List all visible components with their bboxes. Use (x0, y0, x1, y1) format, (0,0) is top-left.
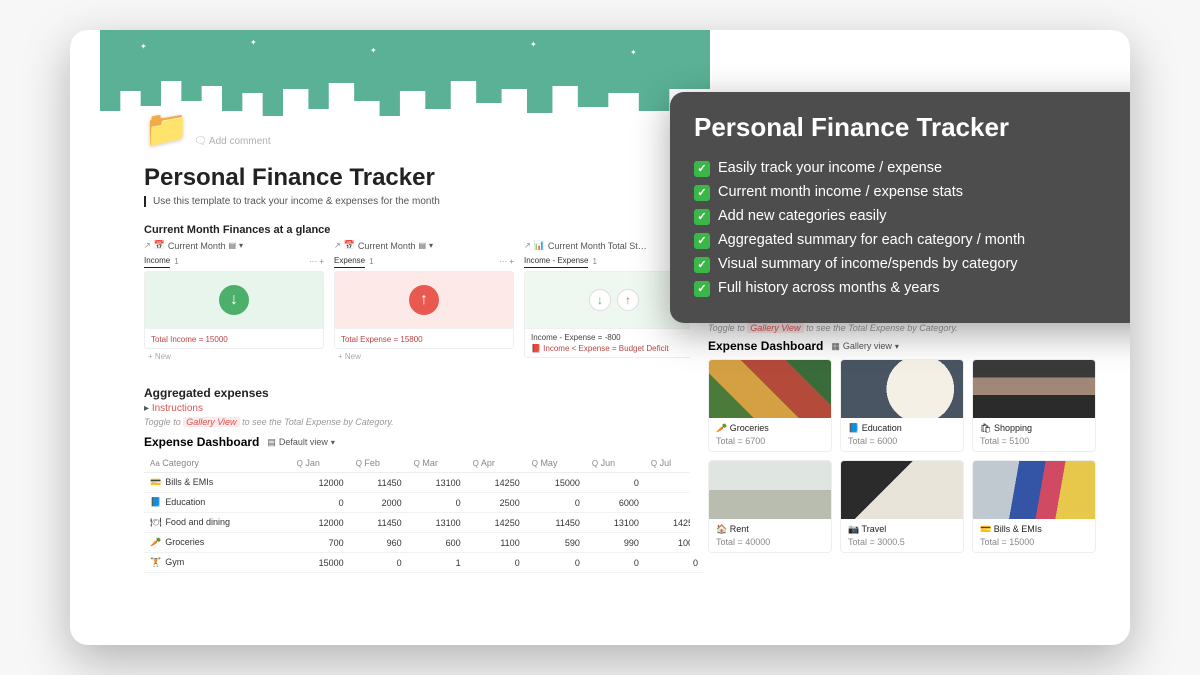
calendar-icon: 📅 (154, 240, 165, 251)
database-icon: ▤ (228, 241, 236, 250)
arrow-down-icon: ↓ (589, 289, 611, 311)
arrow-down-icon: ↓ (219, 285, 249, 315)
link-arrow-icon: ↗ (524, 241, 531, 250)
gallery-thumbnail (709, 360, 831, 418)
expense-dashboard-title: Expense Dashboard (144, 435, 259, 449)
col-month[interactable]: Q Jan (291, 454, 350, 473)
page-icon-folder[interactable]: 📁 (144, 108, 188, 152)
linked-db-header[interactable]: ↗ 📅 Current Month ▤ ▾ (144, 240, 324, 251)
check-icon: ✓ (694, 185, 710, 201)
check-icon: ✓ (694, 209, 710, 225)
check-icon: ✓ (694, 161, 710, 177)
feature-bullet: ✓Easily track your income / expense (694, 157, 1130, 181)
table-row[interactable]: 🍽Food and dining120001145013100142501145… (144, 513, 704, 533)
check-icon: ✓ (694, 257, 710, 273)
gallery-card[interactable]: 📘 EducationTotal = 6000 (840, 359, 964, 452)
instructions-toggle[interactable]: Instructions (144, 403, 704, 414)
col-month[interactable]: Q Mar (408, 454, 467, 473)
tab-count: 1 (174, 257, 178, 266)
page-cover: ✦ ✦ ✦ ✦ ✦ (100, 30, 710, 130)
gallery-card[interactable]: 📷 TravelTotal = 3000.5 (840, 460, 964, 553)
gallery-card[interactable]: 🛍 ShoppingTotal = 5100 (972, 359, 1096, 452)
gallery-hint: Toggle to Gallery View to see the Total … (708, 323, 1110, 333)
glance-expense-block: ↗ 📅 Current Month ▤ ▾ Expense 1 ··· + ↑ … (334, 240, 514, 370)
col-month[interactable]: Q Apr (467, 454, 526, 473)
feature-bullet: ✓Visual summary of income/spends by cate… (694, 253, 1130, 277)
page-title: Personal Finance Tracker (144, 164, 435, 192)
expense-dashboard-title: Expense Dashboard (708, 339, 823, 353)
income-tab[interactable]: Income (144, 254, 170, 268)
table-row[interactable]: 🥕Groceries70096060011005909901000 (144, 533, 704, 553)
notion-page-gallery: Aggregated expenses Instructions Toggle … (690, 286, 1110, 553)
gallery-thumbnail (973, 461, 1095, 519)
gallery-thumbnail (709, 461, 831, 519)
feature-bullet: ✓Aggregated summary for each category / … (694, 229, 1130, 253)
expense-tab[interactable]: Expense (334, 254, 365, 268)
expense-stat-card[interactable]: ↑ Total Expense = 15800 (334, 271, 514, 349)
chevron-down-icon: ▾ (895, 342, 899, 351)
linked-db-header[interactable]: ↗ 📅 Current Month ▤ ▾ (334, 240, 514, 251)
check-icon: ✓ (694, 233, 710, 249)
skyline-icon (100, 71, 710, 130)
expense-table: Aa CategoryQ JanQ FebQ MarQ AprQ MayQ Ju… (144, 454, 704, 573)
feature-bullet: ✓Full history across months & years (694, 277, 1130, 301)
chevron-down-icon: ▾ (429, 241, 433, 250)
page-description-quote: Use this template to track your income &… (144, 196, 440, 207)
gallery-card[interactable]: 🥕 GroceriesTotal = 6700 (708, 359, 832, 452)
new-row-button[interactable]: + New (144, 352, 324, 361)
gallery-grid: 🥕 GroceriesTotal = 6700📘 EducationTotal … (708, 359, 1110, 553)
gallery-card[interactable]: 💳 Bills & EMIsTotal = 15000 (972, 460, 1096, 553)
table-row[interactable]: 📘Education0200002500060000 (144, 493, 704, 513)
gallery-view-selector[interactable]: ▦ Gallery view ▾ (831, 341, 899, 352)
arrow-up-icon: ↑ (409, 285, 439, 315)
table-row[interactable]: 🏋️Gym15000010000 (144, 553, 704, 573)
link-arrow-icon: ↗ (144, 241, 151, 250)
notion-page-main: ✦ ✦ ✦ ✦ ✦ 📁 🗨 Add comment Personal Finan… (100, 30, 710, 645)
table-icon: ▤ (267, 437, 276, 448)
new-row-button[interactable]: + New (334, 352, 514, 361)
feature-bullet: ✓Add new categories easily (694, 205, 1130, 229)
gallery-thumbnail (973, 360, 1095, 418)
glance-income-block: ↗ 📅 Current Month ▤ ▾ Income 1 ··· + ↓ T… (144, 240, 324, 370)
check-icon: ✓ (694, 281, 710, 297)
chevron-down-icon: ▾ (331, 438, 335, 447)
gallery-thumbnail (841, 461, 963, 519)
chevron-down-icon: ▾ (239, 241, 243, 250)
tab-count: 1 (369, 257, 373, 266)
link-arrow-icon: ↗ (334, 241, 341, 250)
gallery-icon: ▦ (831, 341, 840, 352)
table-row[interactable]: 💳Bills & EMIs120001145013100142501500000 (144, 473, 704, 493)
col-month[interactable]: Q Feb (350, 454, 408, 473)
aggregated-title: Aggregated expenses (144, 386, 704, 400)
arrow-up-icon: ↑ (617, 289, 639, 311)
aggregated-expenses-section: Aggregated expenses Instructions Toggle … (144, 386, 704, 573)
col-category[interactable]: Aa Category (144, 454, 291, 473)
gallery-thumbnail (841, 360, 963, 418)
feature-overlay-card: Personal Finance Tracker ✓Easily track y… (670, 92, 1130, 323)
overlay-title: Personal Finance Tracker (694, 112, 1130, 143)
chart-icon: 📊 (534, 240, 545, 251)
gallery-hint: Toggle to Gallery View to see the Total … (144, 417, 704, 427)
calendar-icon: 📅 (344, 240, 355, 251)
col-month[interactable]: Q May (526, 454, 586, 473)
col-month[interactable]: Q Jun (586, 454, 645, 473)
add-comment-button[interactable]: 🗨 Add comment (194, 136, 271, 147)
glance-section-label: Current Month Finances at a glance (144, 224, 330, 236)
glance-cards-row: ↗ 📅 Current Month ▤ ▾ Income 1 ··· + ↓ T… (144, 240, 704, 370)
template-preview-card: ✦ ✦ ✦ ✦ ✦ 📁 🗨 Add comment Personal Finan… (70, 30, 1130, 645)
feature-bullet: ✓Current month income / expense stats (694, 181, 1130, 205)
net-tab[interactable]: Income - Expense (524, 254, 588, 268)
income-stat-card[interactable]: ↓ Total Income = 15000 (144, 271, 324, 349)
gallery-card[interactable]: 🏠 RentTotal = 40000 (708, 460, 832, 553)
database-icon: ▤ (418, 241, 426, 250)
default-view-selector[interactable]: ▤ Default view ▾ (267, 437, 335, 448)
tab-count: 1 (592, 257, 596, 266)
